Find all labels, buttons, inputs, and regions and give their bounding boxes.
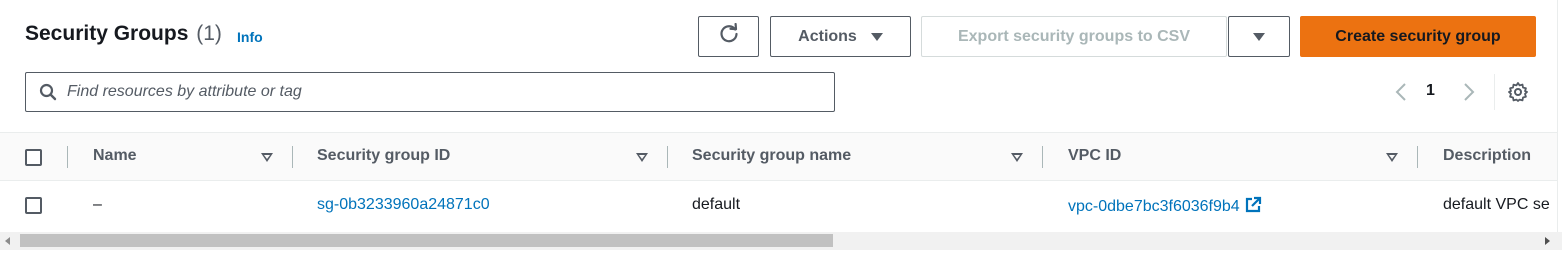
create-security-group-button[interactable]: Create security group bbox=[1300, 16, 1536, 57]
column-divider[interactable] bbox=[1417, 146, 1418, 168]
sort-icon[interactable] bbox=[636, 153, 648, 162]
search-bar[interactable] bbox=[25, 72, 835, 112]
cell-security-group-name: default bbox=[692, 196, 741, 213]
title-count: (1) bbox=[196, 22, 222, 45]
actions-label: Actions bbox=[798, 27, 857, 45]
previous-page-button[interactable] bbox=[1390, 80, 1412, 104]
create-label: Create security group bbox=[1335, 27, 1501, 45]
page-number-button[interactable]: 1 bbox=[1426, 82, 1435, 100]
column-header-security-group-id[interactable]: Security group ID bbox=[317, 147, 450, 165]
chevron-right-icon bbox=[1464, 83, 1475, 101]
column-divider[interactable] bbox=[667, 146, 668, 168]
column-divider[interactable] bbox=[292, 146, 293, 168]
export-csv-button[interactable]: Export security groups to CSV bbox=[921, 16, 1227, 57]
column-divider bbox=[67, 146, 68, 168]
gear-icon bbox=[1508, 82, 1528, 102]
select-all-checkbox[interactable] bbox=[25, 149, 42, 166]
security-group-id-link[interactable]: sg-0b3233960a24871c0 bbox=[317, 196, 490, 214]
caret-down-icon bbox=[1253, 32, 1265, 41]
chevron-left-icon bbox=[1395, 83, 1406, 101]
scroll-left-arrow-icon[interactable] bbox=[5, 237, 10, 245]
search-input[interactable] bbox=[67, 83, 827, 101]
security-groups-panel: Security Groups (1) Info Actions Export … bbox=[0, 0, 1562, 256]
next-page-button[interactable] bbox=[1458, 80, 1480, 104]
caret-down-icon bbox=[870, 32, 883, 41]
column-header-description[interactable]: Description bbox=[1443, 147, 1531, 165]
column-header-name[interactable]: Name bbox=[93, 147, 137, 165]
vpc-id-text: vpc-0dbe7bc3f6036f9b4 bbox=[1068, 198, 1240, 215]
refresh-button[interactable] bbox=[698, 16, 759, 57]
export-label: Export security groups to CSV bbox=[957, 27, 1191, 45]
cell-description: default VPC se bbox=[1443, 196, 1550, 213]
refresh-icon bbox=[718, 22, 740, 50]
title-text: Security Groups bbox=[25, 22, 189, 45]
cell-name: – bbox=[93, 196, 102, 213]
search-icon bbox=[37, 81, 59, 103]
column-header-security-group-name[interactable]: Security group name bbox=[692, 147, 851, 165]
row-checkbox[interactable] bbox=[25, 197, 42, 214]
table-header: Name Security group ID Security group na… bbox=[0, 132, 1562, 181]
preferences-button[interactable] bbox=[1506, 80, 1530, 104]
scroll-right-arrow-icon[interactable] bbox=[1545, 237, 1550, 245]
pagination-divider bbox=[1494, 74, 1495, 110]
actions-dropdown-button[interactable]: Actions bbox=[770, 16, 911, 57]
sort-icon[interactable] bbox=[1386, 153, 1398, 162]
scrollbar-thumb[interactable] bbox=[20, 234, 833, 247]
horizontal-scrollbar[interactable] bbox=[0, 232, 1562, 250]
info-link[interactable]: Info bbox=[237, 29, 263, 45]
page-title: Security Groups (1) bbox=[25, 22, 222, 46]
export-options-button[interactable] bbox=[1228, 16, 1290, 57]
column-header-vpc-id[interactable]: VPC ID bbox=[1068, 147, 1121, 165]
column-divider[interactable] bbox=[1042, 146, 1043, 168]
sort-icon[interactable] bbox=[1011, 153, 1023, 162]
sort-icon[interactable] bbox=[261, 153, 273, 162]
table-row[interactable]: – sg-0b3233960a24871c0 default vpc-0dbe7… bbox=[0, 181, 1562, 229]
external-link-icon bbox=[1245, 196, 1261, 213]
panel-edge bbox=[1557, 0, 1562, 232]
vpc-id-link[interactable]: vpc-0dbe7bc3f6036f9b4 bbox=[1068, 196, 1262, 216]
